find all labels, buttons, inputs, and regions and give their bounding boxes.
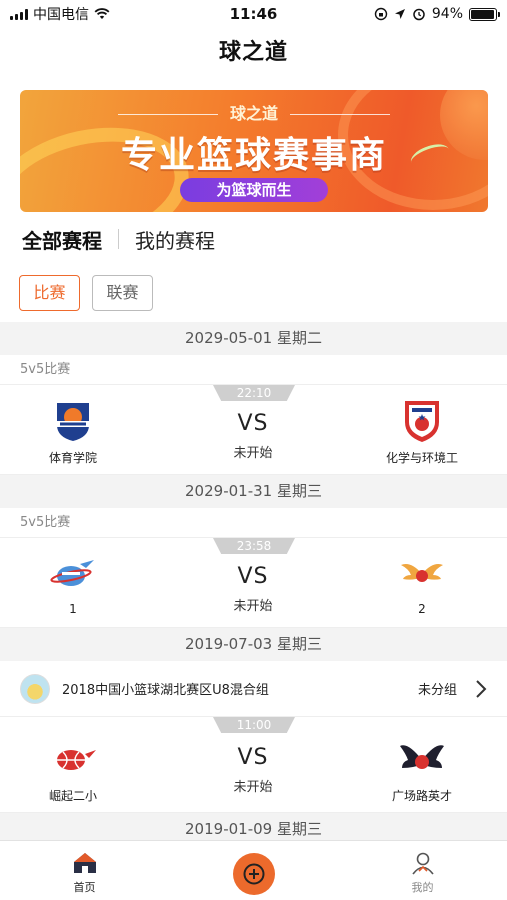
match-status: 未开始 — [233, 599, 273, 614]
team-logo-icon — [398, 737, 446, 781]
chevron-right-icon — [476, 679, 487, 698]
tab-all-schedule[interactable]: 全部赛程 — [20, 225, 104, 254]
date-header: 2029-05-01 星期二 — [0, 322, 507, 355]
filter-match-button[interactable]: 比赛 — [19, 275, 80, 311]
location-icon — [394, 9, 405, 19]
plus-circle-icon — [243, 863, 264, 885]
bottom-tab-bar: 首页 我的 — [0, 840, 507, 900]
wifi-icon — [94, 8, 110, 19]
carrier-label: 中国电信 — [33, 7, 89, 23]
status-left: 中国电信 — [10, 4, 110, 24]
away-team[interactable]: 2 — [352, 552, 492, 616]
match-group-label: 5v5比赛 — [0, 355, 507, 385]
match-card[interactable]: 23:58 1 VS 未开始 2 — [0, 538, 507, 628]
league-logo-icon — [20, 673, 50, 704]
away-team-name: 化学与环境工 — [385, 451, 458, 465]
home-icon — [73, 853, 96, 873]
match-card[interactable]: 11:00 崛起二小 VS 未开始 广场路英才 — [0, 717, 507, 813]
vs-block: VS 未开始 — [203, 745, 303, 795]
vs-block: VS 未开始 — [203, 564, 303, 614]
match-group-label: 5v5比赛 — [0, 508, 507, 538]
team-logo-icon — [49, 399, 97, 443]
team-logo-icon — [398, 552, 446, 596]
away-team-name: 2 — [418, 602, 426, 616]
filter-league-button[interactable]: 联赛 — [92, 275, 153, 311]
page-title: 球之道 — [218, 40, 288, 65]
tabbar-create[interactable] — [169, 841, 338, 900]
league-group: 未分组 — [417, 683, 457, 698]
tab-divider — [118, 229, 119, 249]
league-name: 2018中国小篮球湖北赛区U8混合组 — [62, 683, 269, 698]
vs-block: VS 未开始 — [203, 411, 303, 461]
vs-label: VS — [237, 745, 269, 770]
battery-percent: 94% — [431, 6, 463, 22]
team-logo-icon — [398, 399, 446, 443]
home-team[interactable]: 1 — [3, 552, 143, 616]
banner-brand: 球之道 — [20, 100, 488, 124]
vs-label: VS — [237, 564, 269, 589]
away-team[interactable]: 广场路英才 — [352, 737, 492, 804]
match-status: 未开始 — [233, 780, 273, 795]
schedule-tabs: 全部赛程 我的赛程 — [20, 222, 217, 256]
away-team[interactable]: 化学与环境工 — [352, 399, 492, 466]
promo-banner[interactable]: 球之道 专业篮球赛事商 为篮球而生 — [20, 90, 488, 212]
tabbar-home[interactable]: 首页 — [0, 841, 169, 900]
league-row[interactable]: 2018中国小篮球湖北赛区U8混合组 未分组 — [0, 661, 507, 717]
filter-pills: 比赛 联赛 — [19, 275, 153, 311]
date-header: 2029-01-31 星期三 — [0, 475, 507, 508]
banner-headline: 专业篮球赛事商 — [120, 135, 387, 176]
match-card[interactable]: 22:10 体育学院 VS 未开始 化学与环境工 — [0, 385, 507, 475]
battery-icon — [469, 7, 500, 21]
home-team[interactable]: 崛起二小 — [3, 737, 143, 804]
home-team[interactable]: 体育学院 — [3, 399, 143, 466]
status-right: 94% — [374, 6, 500, 22]
add-button[interactable] — [232, 853, 275, 895]
tabbar-mine[interactable]: 我的 — [338, 841, 507, 900]
home-team-name: 崛起二小 — [48, 789, 97, 803]
match-time: 22:10 — [213, 385, 295, 401]
match-status: 未开始 — [233, 446, 273, 461]
match-time: 23:58 — [213, 538, 295, 554]
alarm-icon — [413, 8, 425, 21]
team-logo-icon — [49, 737, 97, 781]
tabbar-home-label: 首页 — [73, 881, 96, 894]
tabbar-mine-label: 我的 — [411, 881, 434, 894]
banner-slogan: 为篮球而生 — [180, 178, 328, 202]
match-time: 11:00 — [213, 717, 295, 733]
away-team-name: 广场路英才 — [391, 789, 452, 803]
user-icon — [411, 852, 434, 875]
home-team-name: 体育学院 — [48, 451, 97, 465]
signal-icon — [10, 8, 28, 20]
tab-my-schedule[interactable]: 我的赛程 — [133, 225, 217, 254]
date-header: 2019-07-03 星期三 — [0, 628, 507, 661]
match-list: 2029-05-01 星期二 5v5比赛 22:10 体育学院 VS 未开始 化… — [0, 322, 507, 846]
lock-rotation-icon — [374, 7, 388, 21]
home-team-name: 1 — [69, 602, 77, 616]
status-bar: 中国电信 11:46 94% — [0, 0, 507, 28]
team-logo-icon — [49, 552, 97, 596]
vs-label: VS — [237, 411, 269, 436]
